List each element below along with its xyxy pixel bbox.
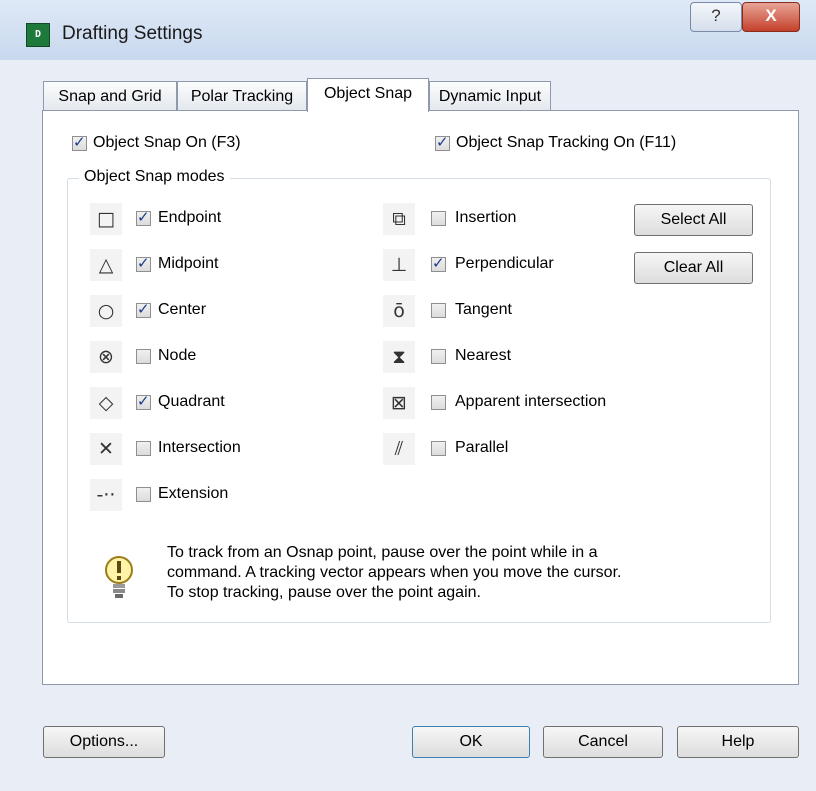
parallel-label: Parallel <box>455 439 509 456</box>
insertion-icon: ⧉ <box>383 203 415 235</box>
tab-object-snap[interactable]: Object Snap <box>307 78 429 112</box>
tip-line-3: To stop tracking, pause over the point a… <box>167 584 481 601</box>
cancel-button[interactable]: Cancel <box>543 726 663 758</box>
tracking-tip: To track from an Osnap point, pause over… <box>167 543 621 603</box>
group-title: Object Snap modes <box>79 168 230 186</box>
center-label: Center <box>158 301 207 318</box>
quadrant-icon: ◇ <box>90 387 122 419</box>
app-icon: D <box>26 23 50 47</box>
extension-icon: -·· <box>90 479 122 511</box>
tab-snap-and-grid[interactable]: Snap and Grid <box>43 81 177 111</box>
midpoint-label: Midpoint <box>158 255 219 272</box>
extension-checkbox[interactable] <box>136 487 151 502</box>
extension-label: Extension <box>158 485 229 502</box>
tab-dynamic-input[interactable]: Dynamic Input <box>429 81 551 111</box>
osnap-on-checkbox[interactable] <box>72 133 87 151</box>
intersection-label: Intersection <box>158 439 241 456</box>
intersection-checkbox[interactable] <box>136 441 151 456</box>
tip-line-1: To track from an Osnap point, pause over… <box>167 544 598 561</box>
intersection-icon: ✕ <box>90 433 122 465</box>
midpoint-checkbox[interactable] <box>136 254 151 272</box>
clear-all-button[interactable]: Clear All <box>634 252 753 284</box>
select-all-button[interactable]: Select All <box>634 204 753 236</box>
lightbulb-icon <box>105 556 133 598</box>
quadrant-label: Quadrant <box>158 393 225 410</box>
tip-line-2: command. A tracking vector appears when … <box>167 564 622 581</box>
perpendicular-icon: ⊥ <box>383 249 415 281</box>
ok-button[interactable]: OK <box>412 726 530 758</box>
options-button[interactable]: Options... <box>43 726 165 758</box>
center-checkbox[interactable] <box>136 300 151 318</box>
tab-polar-tracking[interactable]: Polar Tracking <box>177 81 307 111</box>
close-icon[interactable]: X <box>742 2 800 32</box>
nearest-label: Nearest <box>455 347 512 364</box>
nearest-checkbox[interactable] <box>431 349 446 364</box>
insertion-label: Insertion <box>455 209 517 226</box>
apparent-intersection-label: Apparent intersection <box>455 393 607 410</box>
node-icon: ⊗ <box>90 341 122 373</box>
endpoint-icon: □ <box>90 203 122 235</box>
nearest-icon: ⧗ <box>383 341 415 373</box>
perpendicular-label: Perpendicular <box>455 255 554 272</box>
perpendicular-checkbox[interactable] <box>431 254 446 272</box>
endpoint-checkbox[interactable] <box>136 208 151 226</box>
quadrant-checkbox[interactable] <box>136 392 151 410</box>
tangent-label: Tangent <box>455 301 512 318</box>
osnap-on-label: Object Snap On (F3) <box>93 134 241 151</box>
apparent-intersection-icon: ⊠ <box>383 387 415 419</box>
insertion-checkbox[interactable] <box>431 211 446 226</box>
center-icon: ○ <box>90 295 122 327</box>
tracking-on-checkbox[interactable] <box>435 133 450 151</box>
endpoint-label: Endpoint <box>158 209 222 226</box>
tangent-icon: ō <box>383 295 415 327</box>
node-checkbox[interactable] <box>136 349 151 364</box>
window-title: Drafting Settings <box>62 23 203 44</box>
title-bar: D Drafting Settings ? X <box>0 0 816 60</box>
midpoint-icon: △ <box>90 249 122 281</box>
parallel-checkbox[interactable] <box>431 441 446 456</box>
help-icon[interactable]: ? <box>690 2 742 32</box>
parallel-icon: ⫽ <box>383 433 415 465</box>
node-label: Node <box>158 347 197 364</box>
tracking-on-label: Object Snap Tracking On (F11) <box>456 134 677 151</box>
help-button[interactable]: Help <box>677 726 799 758</box>
tangent-checkbox[interactable] <box>431 303 446 318</box>
apparent-intersection-checkbox[interactable] <box>431 395 446 410</box>
